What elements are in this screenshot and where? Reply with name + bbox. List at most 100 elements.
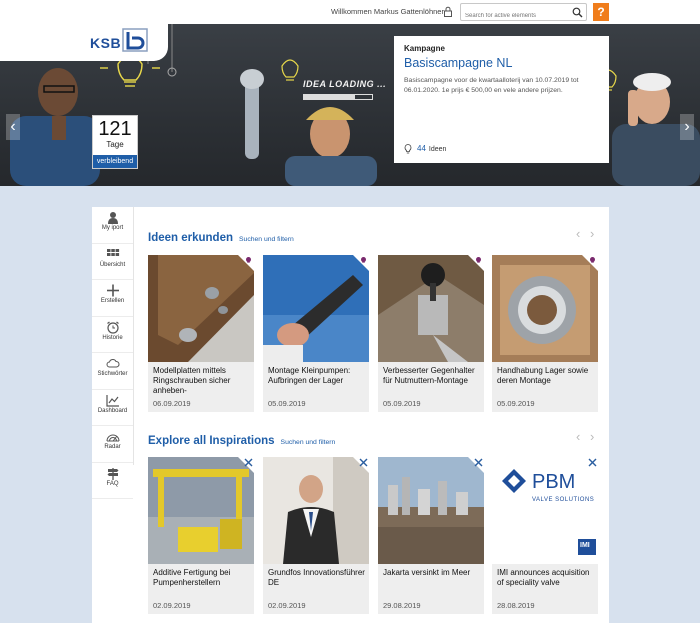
nav-item-dashboard[interactable]: Dashboard xyxy=(92,394,133,426)
card-image xyxy=(148,457,254,564)
card-image xyxy=(378,255,484,362)
idea-card[interactable]: Verbesserter Gegenhalter für Nutmuttern-… xyxy=(378,255,484,412)
card-date: 05.09.2019 xyxy=(497,399,535,408)
card-title: Verbesserter Gegenhalter für Nutmuttern-… xyxy=(383,366,475,385)
search-icon[interactable] xyxy=(572,7,583,18)
hero-next-button[interactable]: › xyxy=(680,114,694,140)
idea-card[interactable]: Handhabung Lager sowie deren Montage 05.… xyxy=(492,255,598,412)
side-navigation: My iport Übersicht Erstellen Historie St… xyxy=(92,207,134,499)
inspiration-card[interactable]: Grundfos Innovationsführer DE 02.09.2019 xyxy=(263,457,369,614)
lock-icon[interactable] xyxy=(443,6,453,17)
user-icon xyxy=(107,212,118,224)
chart-icon xyxy=(105,394,119,407)
nav-label: My iport xyxy=(101,225,124,231)
card-title: Jakarta versinkt im Meer xyxy=(383,568,471,577)
nav-item-erstellen[interactable]: Erstellen xyxy=(92,284,133,317)
nav-item-my-iport[interactable]: My iport xyxy=(92,211,133,244)
lightbulb-icon xyxy=(246,257,251,263)
loading-bar-drawing xyxy=(303,94,373,100)
campaign-card[interactable]: Kampagne Basiscampagne NL Basiscampagne … xyxy=(394,36,609,163)
ideas-section-header: Ideen erkunden Suchen und filtern xyxy=(148,228,294,246)
card-date: 02.09.2019 xyxy=(153,601,191,610)
card-title: Handhabung Lager sowie deren Montage xyxy=(497,366,589,385)
tools-icon xyxy=(474,458,483,467)
campaign-title[interactable]: Basiscampagne NL xyxy=(404,56,599,70)
welcome-text: Willkommen Markus Gattenlöhner xyxy=(331,7,444,16)
nav-item-faq[interactable]: FAQ xyxy=(92,467,133,499)
campaign-kicker: Kampagne xyxy=(404,44,445,53)
nav-label: Historie xyxy=(102,334,123,341)
nav-label: Dashboard xyxy=(97,407,128,414)
inspirations-section-header: Explore all Inspirations Suchen und filte… xyxy=(148,431,335,449)
ideas-search-filter-link[interactable]: Suchen und filtern xyxy=(239,236,294,243)
campaign-description: Basiscampagne voor de kwartaalloterij va… xyxy=(404,77,579,94)
plus-icon xyxy=(106,284,119,297)
ideas-count-label: Ideen xyxy=(428,145,447,153)
card-date: 05.09.2019 xyxy=(268,399,306,408)
card-image xyxy=(263,457,369,564)
pbm-logo-text: PBM xyxy=(532,471,576,493)
nav-item-uebersicht[interactable]: Übersicht xyxy=(92,248,133,280)
nav-label: Stichwörter xyxy=(97,371,128,377)
help-button[interactable]: ? xyxy=(593,3,609,21)
main-panel: My iport Übersicht Erstellen Historie St… xyxy=(92,207,609,623)
tools-icon xyxy=(588,458,597,467)
card-image xyxy=(148,255,254,362)
ideas-next-button[interactable]: › xyxy=(590,226,594,241)
ideas-section-title: Ideen erkunden xyxy=(148,232,233,244)
inspiration-card[interactable]: Jakarta versinkt im Meer 29.08.2019 xyxy=(378,457,484,614)
inspirations-search-filter-link[interactable]: Suchen und filtern xyxy=(281,439,336,446)
days-remaining-label: verbleibend xyxy=(93,155,137,168)
days-value: 121 xyxy=(98,118,132,140)
ksb-logo-icon xyxy=(122,28,148,52)
ksb-logo-text: KSB xyxy=(90,35,122,51)
idea-card[interactable]: Montage Kleinpumpen: Aufbringen der Lage… xyxy=(263,255,369,412)
days-remaining-counter: 121 Tage verbleibend xyxy=(92,115,138,169)
alarm-clock-icon xyxy=(106,321,119,334)
card-date: 06.09.2019 xyxy=(153,399,191,408)
inspiration-card[interactable]: Additive Fertigung bei Pumpenherstellern… xyxy=(148,457,254,614)
person-left xyxy=(10,68,100,186)
imi-badge: IMI xyxy=(580,542,590,549)
card-title: Montage Kleinpumpen: Aufbringen der Lage… xyxy=(268,366,351,385)
inspiration-card[interactable]: PBM VALVE SOLUTIONS IMI IMI announces ac… xyxy=(492,457,598,614)
top-bar: Willkommen Markus Gattenlöhner ? xyxy=(0,0,700,24)
card-image xyxy=(263,255,369,362)
nav-label: Erstellen xyxy=(100,298,125,304)
ideas-prev-button[interactable]: ‹ xyxy=(576,226,580,241)
search-box[interactable] xyxy=(460,3,587,24)
nav-item-radar[interactable]: Radar xyxy=(92,430,133,463)
search-input[interactable] xyxy=(461,8,569,24)
nav-label: Radar xyxy=(104,444,121,450)
logo-area[interactable]: KSB xyxy=(0,24,168,61)
tools-icon xyxy=(244,458,253,467)
hero-prev-button[interactable]: ‹ xyxy=(6,114,20,140)
inspirations-next-button[interactable]: › xyxy=(590,429,594,444)
card-date: 02.09.2019 xyxy=(268,601,306,610)
lightbulb-icon xyxy=(590,257,595,263)
idea-loading-text: IDEA LOADING ... xyxy=(303,79,387,89)
nav-item-historie[interactable]: Historie xyxy=(92,321,133,353)
nav-item-stichwoerter[interactable]: Stichwörter xyxy=(92,357,133,390)
inspirations-prev-button[interactable]: ‹ xyxy=(576,429,580,444)
tools-icon xyxy=(359,458,368,467)
lightbulb-icon xyxy=(361,257,366,263)
card-date: 29.08.2019 xyxy=(383,601,421,610)
card-title: Additive Fertigung bei Pumpenherstellern xyxy=(153,568,231,587)
campaign-ideas-count[interactable]: 44 Ideen xyxy=(404,144,446,154)
nav-label: FAQ xyxy=(106,480,119,487)
card-date: 28.08.2019 xyxy=(497,601,535,610)
grid-icon xyxy=(106,248,119,256)
lightbulb-icon xyxy=(404,144,412,154)
card-title: Modellplatten mittels Ringschrauben sich… xyxy=(153,366,231,395)
nav-label: Übersicht xyxy=(99,261,126,268)
lightbulb-icon xyxy=(476,257,481,263)
card-title: IMI announces acquisition of speciality … xyxy=(497,568,590,587)
idea-card[interactable]: Modellplatten mittels Ringschrauben sich… xyxy=(148,255,254,412)
card-image: PBM VALVE SOLUTIONS IMI xyxy=(492,457,598,564)
inspirations-section-title: Explore all Inspirations xyxy=(148,435,275,447)
card-image xyxy=(378,457,484,564)
radar-icon xyxy=(106,434,119,442)
cloud-icon xyxy=(106,359,119,368)
pbm-logo-subtitle: VALVE SOLUTIONS xyxy=(532,497,595,503)
